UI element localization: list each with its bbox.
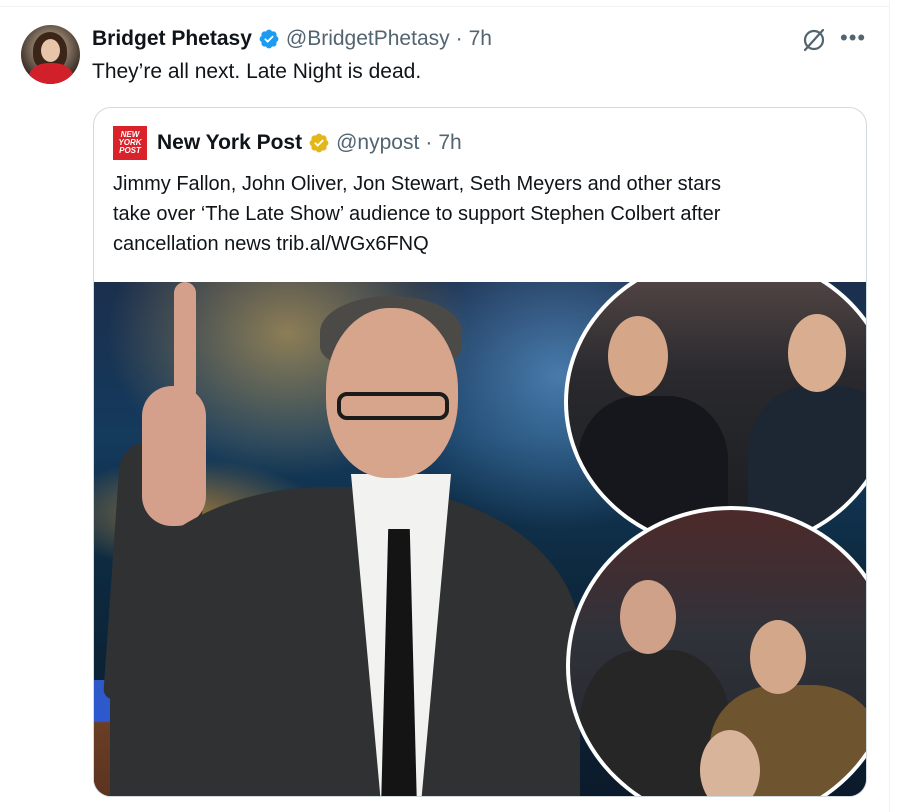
author-display-name[interactable]: Bridget Phetasy [92, 27, 252, 51]
quote-author-display-name[interactable]: New York Post [157, 131, 302, 155]
host-finger [174, 282, 196, 402]
timestamp[interactable]: 7h [469, 27, 492, 51]
avatar[interactable] [21, 25, 80, 84]
separator-dot: · [455, 27, 463, 50]
author-handle[interactable]: @BridgetPhetasy [286, 27, 450, 51]
quote-author-handle[interactable]: @nypost [336, 131, 419, 155]
quote-text-line: Jimmy Fallon, John Oliver, Jon Stewart, … [113, 173, 722, 195]
tweet-header: Bridget Phetasy @BridgetPhetasy · 7h [92, 25, 492, 53]
host-hand [142, 386, 206, 526]
quote-tweet-card[interactable]: NEW YORK POST New York Post @nypost · 7h… [93, 107, 867, 797]
verified-badge-icon [259, 29, 279, 49]
host-suit [110, 487, 580, 796]
quote-text-line: cancellation news trib.al/WGx6FNQ [113, 233, 429, 255]
host-glasses [337, 392, 449, 420]
quote-text-line: take over ‘The Late Show’ audience to su… [113, 203, 721, 225]
tweet-text: They’re all next. Late Night is dead. [92, 60, 422, 83]
quote-header: NEW YORK POST New York Post @nypost · 7h [113, 126, 462, 160]
quote-separator-dot: · [425, 131, 433, 154]
right-divider [889, 0, 890, 812]
grok-icon[interactable] [801, 27, 827, 53]
nypost-logo[interactable]: NEW YORK POST [113, 126, 147, 160]
more-options-icon[interactable]: ••• [840, 27, 866, 49]
quote-media-image[interactable] [94, 282, 866, 796]
gold-verified-badge-icon [309, 133, 329, 153]
top-divider [0, 6, 890, 7]
quote-timestamp[interactable]: 7h [438, 131, 461, 155]
quote-text: Jimmy Fallon, John Oliver, Jon Stewart, … [113, 169, 848, 259]
